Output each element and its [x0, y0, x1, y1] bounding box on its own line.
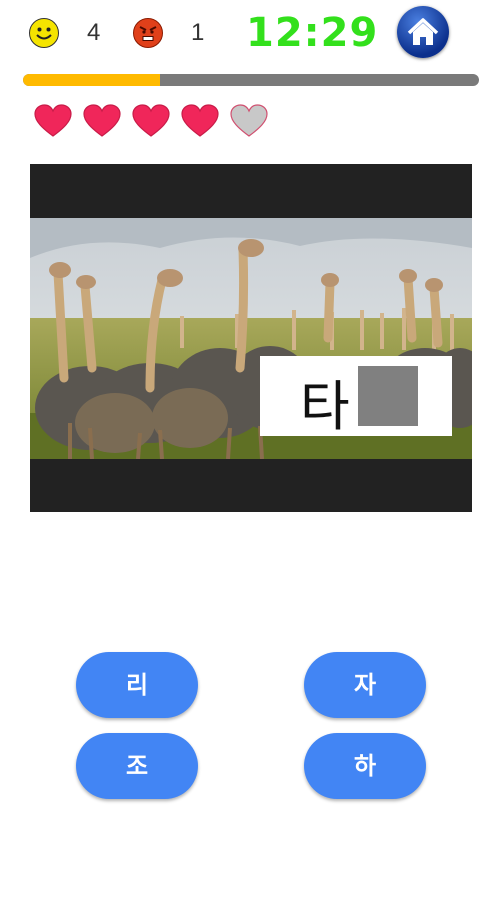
progress-fill: [23, 74, 160, 86]
puzzle-card: 타: [30, 164, 472, 512]
heart-full-icon: [34, 104, 72, 138]
answer-button-4[interactable]: 하: [304, 733, 426, 799]
heart-empty-icon: [230, 104, 268, 138]
smiley-face-icon: [29, 18, 59, 48]
home-icon: [407, 18, 439, 45]
heart-full-icon: [132, 104, 170, 138]
progress-bar: [23, 74, 479, 86]
answer-button-1[interactable]: 리: [76, 652, 198, 718]
timer: 12:29: [246, 10, 379, 56]
word-clue: 타: [260, 356, 452, 438]
home-button[interactable]: [397, 6, 449, 58]
ostriches-photo: 타: [30, 218, 472, 459]
answer-button-2[interactable]: 자: [304, 652, 426, 718]
heart-full-icon: [181, 104, 219, 138]
answer-button-3[interactable]: 조: [76, 733, 198, 799]
missing-syllable-blank: [358, 366, 418, 426]
angry-face-icon: [133, 18, 163, 48]
heart-full-icon: [83, 104, 121, 138]
known-syllable: 타: [300, 375, 350, 438]
correct-count: 4: [87, 19, 101, 46]
top-bar: 4 1 12:29: [0, 0, 501, 70]
wrong-count: 1: [191, 19, 205, 46]
